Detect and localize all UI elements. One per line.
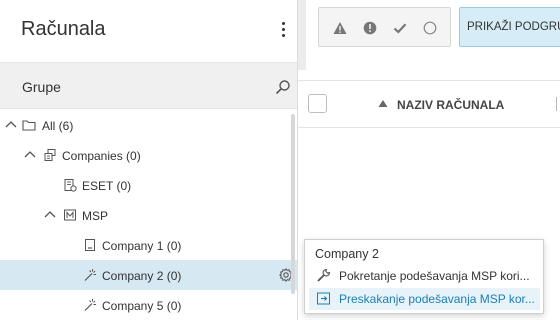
tree-item-label: Companies (0) bbox=[62, 149, 141, 163]
groups-panel: Računala Grupe All (6) Companies (0) ESE… bbox=[0, 0, 298, 320]
folder-icon bbox=[22, 120, 36, 131]
tree-item-label: All (6) bbox=[42, 119, 74, 133]
msp-icon bbox=[64, 209, 76, 221]
companies-icon bbox=[44, 149, 56, 161]
tree-item-label: Company 1 (0) bbox=[102, 239, 182, 253]
company-building-icon bbox=[85, 239, 95, 251]
error-circle-icon[interactable] bbox=[362, 20, 378, 36]
eset-group-icon bbox=[64, 179, 77, 192]
tree-item-label: MSP bbox=[82, 209, 109, 223]
menu-item-label: Preskakanje podešavanja MSP kor... bbox=[339, 292, 535, 306]
tree-item-companies[interactable]: Companies (0) bbox=[0, 140, 297, 170]
tree-item-msp[interactable]: MSP bbox=[0, 200, 297, 230]
more-options-icon[interactable] bbox=[276, 20, 290, 42]
column-divider[interactable] bbox=[556, 97, 557, 111]
tree-item-company-1[interactable]: Company 1 (0) bbox=[0, 230, 297, 260]
chevron-up-icon[interactable] bbox=[44, 209, 56, 219]
sort-ascending-icon[interactable] bbox=[378, 99, 388, 108]
panel-title: Računala bbox=[21, 18, 106, 40]
chevron-up-icon[interactable] bbox=[5, 119, 17, 129]
groups-label: Grupe bbox=[22, 79, 61, 95]
group-context-menu: Company 2 Pokretanje podešavanja MSP kor… bbox=[304, 239, 544, 314]
group-tree: All (6) Companies (0) ESET (0) MSP Compa… bbox=[0, 110, 297, 320]
computers-table-header: NAZIV RAČUNALA bbox=[298, 80, 560, 128]
ok-check-icon[interactable] bbox=[392, 20, 408, 36]
filter-bar: PRIKAŽI PODGRUPE bbox=[298, 0, 560, 70]
chevron-up-icon[interactable] bbox=[24, 149, 36, 159]
status-filter-group bbox=[318, 7, 451, 47]
company-pending-icon bbox=[84, 299, 96, 311]
wrench-icon bbox=[317, 268, 331, 282]
tree-item-company-2[interactable]: Company 2 (0) bbox=[0, 260, 297, 290]
tree-item-label: ESET (0) bbox=[82, 179, 132, 193]
tree-item-all[interactable]: All (6) bbox=[0, 110, 297, 140]
warning-triangle-icon[interactable] bbox=[332, 20, 348, 36]
company-pending-icon bbox=[84, 269, 96, 281]
menu-item-skip-msp-setup[interactable]: Preskakanje podešavanja MSP kor... bbox=[309, 288, 540, 310]
show-subgroups-button[interactable]: PRIKAŽI PODGRUPE bbox=[459, 7, 560, 47]
empty-circle-icon[interactable] bbox=[422, 20, 438, 36]
tree-item-label: Company 2 (0) bbox=[102, 269, 182, 283]
search-icon[interactable] bbox=[275, 79, 291, 95]
column-computer-name[interactable]: NAZIV RAČUNALA bbox=[397, 98, 504, 112]
groups-header: Grupe bbox=[0, 62, 297, 109]
tree-item-company-5[interactable]: Company 5 (0) bbox=[0, 290, 297, 320]
show-subgroups-label: PRIKAŽI PODGRUPE bbox=[467, 21, 560, 33]
skip-setup-icon bbox=[317, 292, 330, 305]
menu-item-label: Pokretanje podešavanja MSP kori... bbox=[339, 269, 530, 283]
panel-header: Računala bbox=[0, 0, 297, 62]
select-all-checkbox[interactable] bbox=[308, 94, 327, 113]
tree-item-eset[interactable]: ESET (0) bbox=[0, 170, 297, 200]
menu-item-start-msp-setup[interactable]: Pokretanje podešavanja MSP kori... bbox=[309, 265, 540, 287]
tree-item-label: Company 5 (0) bbox=[102, 299, 182, 313]
context-menu-title: Company 2 bbox=[315, 247, 379, 261]
tree-scrollbar[interactable] bbox=[291, 114, 295, 294]
